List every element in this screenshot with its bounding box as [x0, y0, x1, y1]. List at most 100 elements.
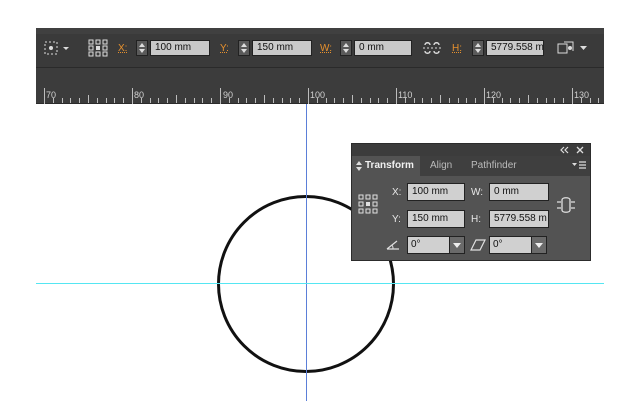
ruler-tick [167, 98, 169, 103]
panel-menu-icon[interactable] [572, 161, 586, 171]
ruler-tick [237, 98, 239, 103]
ruler-tick [501, 98, 503, 103]
ruler-tick [369, 98, 371, 103]
ruler-tick [545, 98, 547, 103]
ruler-tick [255, 98, 257, 103]
ruler-tick [413, 98, 415, 103]
tab-align[interactable]: Align [423, 156, 463, 176]
ruler-tick [105, 98, 107, 103]
ruler-tick [290, 98, 292, 103]
panel-x-label: X: [392, 187, 402, 198]
ruler-tick [431, 98, 433, 103]
ruler-tick [202, 98, 204, 103]
ruler-tick [352, 95, 353, 103]
ruler-tick [457, 98, 459, 103]
tab-pathfinder[interactable]: Pathfinder [465, 156, 529, 176]
ruler-tick [554, 98, 556, 103]
shear-angle-combo[interactable]: 0° [489, 236, 547, 254]
h-field[interactable]: 5779.558 m [486, 40, 544, 56]
tab-transform[interactable]: Transform [352, 156, 420, 176]
horizontal-guide[interactable] [36, 283, 604, 284]
y-stepper[interactable] [238, 40, 250, 56]
rotate-angle-combo[interactable]: 0° [407, 236, 465, 254]
ruler-tick [158, 98, 160, 103]
ruler-tick [272, 98, 274, 103]
ruler-tick [299, 98, 301, 103]
transform-options-icon[interactable] [556, 39, 590, 57]
ruler-tick [360, 98, 362, 103]
ruler-tick [61, 98, 63, 103]
ruler-tick [281, 98, 283, 103]
w-label: W: [320, 43, 333, 54]
ruler-tick [316, 98, 318, 103]
rotate-angle-value: 0° [411, 239, 421, 250]
ruler-tick [211, 98, 213, 103]
close-panel-icon[interactable] [576, 146, 584, 154]
w-field[interactable]: 0 mm [354, 40, 412, 56]
ruler-tick [404, 98, 406, 103]
panel-tab-bar: Transform Align Pathfinder [352, 156, 590, 176]
ruler-tick [589, 98, 591, 103]
x-stepper[interactable] [136, 40, 148, 56]
chevron-down-icon[interactable] [449, 237, 464, 253]
ruler-tick [96, 98, 98, 103]
ruler-tick [492, 98, 494, 103]
ruler-tick [528, 95, 529, 103]
panel-w-label: W: [471, 187, 484, 198]
ruler-tick [484, 88, 485, 104]
ruler-tick [448, 98, 450, 103]
ruler-tick [334, 98, 336, 103]
ruler-tick [580, 98, 582, 103]
h-stepper[interactable] [472, 40, 484, 56]
rotate-angle-icon [386, 240, 399, 250]
ruler-tick [378, 98, 380, 103]
panel-y-field[interactable]: 150 mm [407, 210, 465, 228]
ruler-tick [88, 95, 89, 103]
ruler-tick [114, 98, 116, 103]
ruler-tick [123, 98, 125, 103]
chevron-down-icon[interactable] [531, 237, 546, 253]
ruler-baseline [36, 103, 604, 104]
ruler-label: 70 [46, 90, 57, 100]
panel-x-field[interactable]: 100 mm [407, 183, 465, 201]
panel-y-label: Y: [392, 214, 401, 225]
ruler-tick [140, 98, 142, 103]
ruler-tick [264, 95, 265, 103]
panel-titlebar[interactable] [352, 144, 590, 156]
panel-w-field[interactable]: 0 mm [489, 183, 549, 201]
ruler-tick [149, 98, 151, 103]
reference-point-icon[interactable] [358, 194, 378, 214]
ruler-tick [572, 88, 573, 104]
h-label: H: [452, 43, 462, 54]
selection-tool-icon[interactable] [44, 40, 72, 56]
tab-transform-label: Transform [365, 160, 414, 171]
ruler-tick [396, 88, 397, 104]
vertical-guide[interactable] [306, 104, 307, 401]
ruler-tick [70, 98, 72, 103]
control-bar-top-strip [36, 28, 604, 34]
ruler-tick [563, 98, 565, 103]
ruler-tick [228, 98, 230, 103]
horizontal-ruler[interactable]: 70 80 90 100 110 120 130 [36, 68, 604, 104]
ruler-tick [52, 98, 54, 103]
y-field[interactable]: 150 mm [252, 40, 312, 56]
constrain-proportions-icon[interactable] [422, 40, 442, 56]
ruler-tick [343, 98, 345, 103]
ruler-label: 80 [134, 90, 145, 100]
panel-h-field[interactable]: 5779.558 m [489, 210, 549, 228]
collapse-panel-icon[interactable] [560, 146, 570, 154]
reference-point-icon[interactable] [88, 39, 108, 57]
shear-angle-value: 0° [493, 239, 503, 250]
panel-h-label: H: [471, 214, 481, 225]
w-stepper[interactable] [340, 40, 352, 56]
ruler-tick [176, 95, 177, 103]
x-field[interactable]: 100 mm [150, 40, 210, 56]
ruler-tick [422, 98, 424, 103]
ruler-tick [440, 95, 441, 103]
ruler-tick [510, 98, 512, 103]
constrain-proportions-icon[interactable] [556, 196, 576, 214]
ruler-tick [184, 98, 186, 103]
ruler-tick [44, 88, 45, 104]
ruler-tick [387, 98, 389, 103]
ruler-tick [519, 98, 521, 103]
